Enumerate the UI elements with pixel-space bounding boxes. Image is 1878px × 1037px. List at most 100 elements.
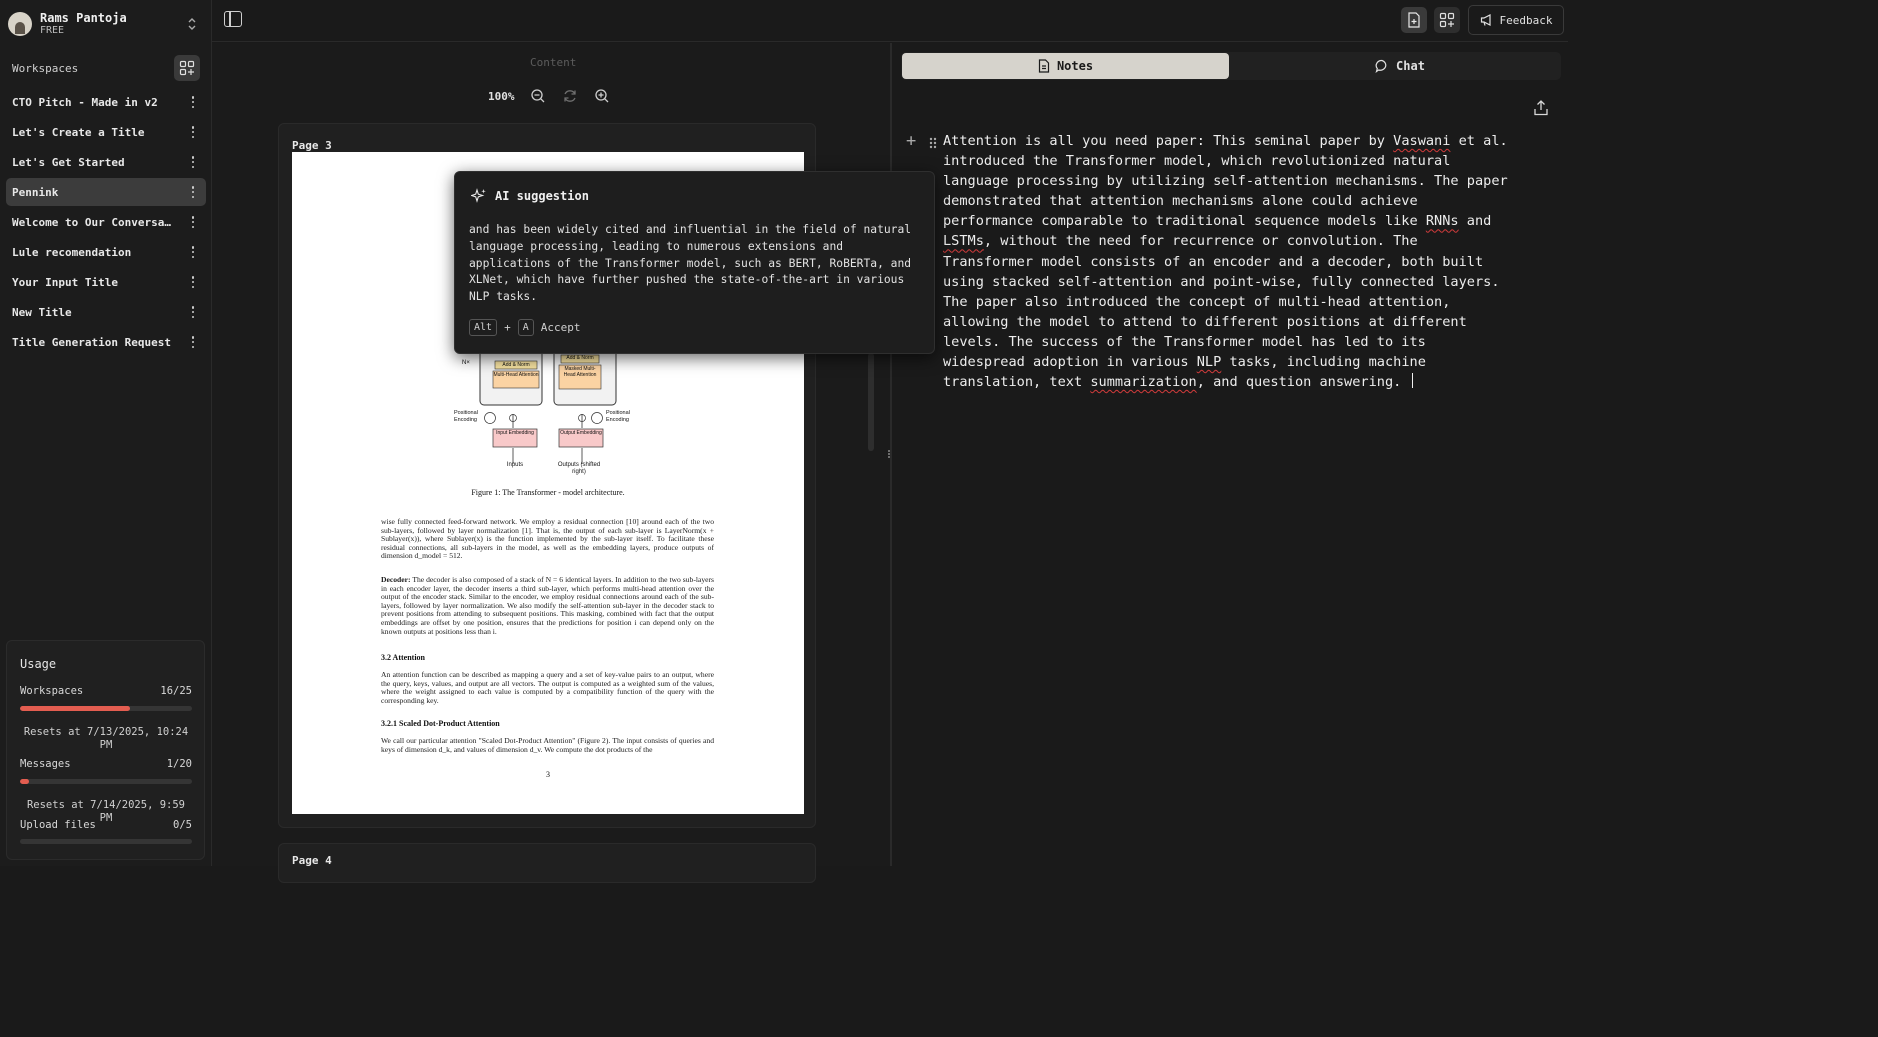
workspaces-header: Workspaces xyxy=(12,55,200,81)
zoom-out-button[interactable] xyxy=(525,83,551,109)
sidebar-item-workspace[interactable]: New Title xyxy=(6,298,206,326)
workspace-title: Let's Create a Title xyxy=(12,125,145,139)
share-upload-icon[interactable] xyxy=(1532,99,1550,119)
sidebar-item-workspace[interactable]: Let's Get Started xyxy=(6,148,206,176)
panel-tabs: Notes Chat xyxy=(901,52,1561,80)
workspace-title: Title Generation Request xyxy=(12,335,171,349)
diagram-add-norm-2: Add & Norm xyxy=(566,355,594,361)
more-options-icon[interactable] xyxy=(188,305,198,319)
sidebar-item-workspace[interactable]: Lule recomendation xyxy=(6,238,206,266)
text-caret xyxy=(1411,373,1413,389)
pdf-page-4: Page 4 xyxy=(278,843,816,883)
ai-suggestion-popup: AI suggestion and has been widely cited … xyxy=(454,171,935,354)
section-heading: 3.2.1 Scaled Dot-Product Attention xyxy=(381,719,500,728)
diagram-input-embedding: Input Embedding xyxy=(496,430,534,436)
note-text[interactable]: Attention is all you need paper: This se… xyxy=(943,131,1513,392)
usage-messages-bar xyxy=(20,779,192,784)
usage-uploads-row: Upload files 0/5 xyxy=(20,819,192,831)
add-workspace-button[interactable] xyxy=(174,55,200,81)
usage-workspaces-label: Workspaces xyxy=(20,685,84,697)
notes-panel: Notes Chat + Attention is all you need p… xyxy=(892,43,1568,866)
zoom-level: 100% xyxy=(488,89,515,103)
workspace-title: Welcome to Our Conversati… xyxy=(12,215,174,229)
chevron-up-down-icon[interactable] xyxy=(186,16,198,32)
section-heading: 3.2 Attention xyxy=(381,653,425,662)
sidebar-item-workspace[interactable]: Let's Create a Title xyxy=(6,118,206,146)
accept-shortcut[interactable]: Alt + A Accept xyxy=(469,319,580,336)
spellcheck-word: summarization xyxy=(1090,374,1197,391)
top-bar: Feedback xyxy=(212,0,1568,42)
add-grid-button[interactable] xyxy=(1434,7,1460,33)
account-switcher[interactable]: Rams Pantoja FREE xyxy=(8,8,204,40)
workspaces-label: Workspaces xyxy=(12,61,79,75)
usage-workspaces-reset: Resets at 7/13/2025, 10:24 PM xyxy=(23,726,189,751)
more-options-icon[interactable] xyxy=(188,185,198,199)
new-document-icon xyxy=(1408,12,1420,28)
usage-workspaces-bar xyxy=(20,706,192,711)
usage-workspaces-count: 16/25 xyxy=(160,685,192,697)
page-number: 3 xyxy=(546,770,550,779)
account-plan: FREE xyxy=(40,25,65,37)
megaphone-icon xyxy=(1480,14,1491,26)
zoom-toolbar: 100% xyxy=(488,83,615,109)
scrollbar-thumb[interactable] xyxy=(868,353,874,451)
workspace-list: CTO Pitch - Made in v2 Let's Create a Tit… xyxy=(6,88,206,358)
ai-suggestion-text: and has been widely cited and influentia… xyxy=(469,223,912,304)
kbd-plus: + xyxy=(504,321,511,334)
add-grid-icon xyxy=(179,60,195,76)
diagram-add-norm-1: Add & Norm xyxy=(502,362,530,368)
more-options-icon[interactable] xyxy=(188,335,198,349)
tab-chat-label: Chat xyxy=(1396,59,1425,73)
kbd-alt: Alt xyxy=(469,319,498,336)
diagram-inputs: Inputs xyxy=(506,462,524,468)
paper-paragraph: wise fully connected feed-forward networ… xyxy=(381,517,714,561)
diagram-pos-enc-left: Positional Encoding xyxy=(454,410,478,423)
usage-messages-count: 1/20 xyxy=(166,758,192,770)
paper-decoder-paragraph: Decoder: The decoder is also composed of… xyxy=(381,575,715,636)
account-name: Rams Pantoja xyxy=(40,10,127,25)
tab-notes-label: Notes xyxy=(1056,59,1094,73)
new-document-button[interactable] xyxy=(1401,7,1427,33)
kbd-a: A xyxy=(517,319,534,336)
more-options-icon[interactable] xyxy=(188,125,198,139)
diagram-outputs: Outputs (shifted right) xyxy=(557,462,601,475)
more-options-icon[interactable] xyxy=(188,95,198,109)
decoder-text: The decoder is also composed of a stack … xyxy=(381,575,715,636)
usage-uploads-count: 0/5 xyxy=(173,819,192,831)
workspace-title: Lule recomendation xyxy=(12,245,132,259)
workspace-title: Your Input Title xyxy=(12,275,118,289)
refresh-icon xyxy=(563,90,576,102)
more-options-icon[interactable] xyxy=(188,215,198,229)
sidebar-item-workspace[interactable]: CTO Pitch - Made in v2 xyxy=(6,88,206,116)
reset-zoom-button[interactable] xyxy=(557,83,583,109)
tab-chat[interactable]: Chat xyxy=(1241,53,1559,79)
sidebar-item-workspace[interactable]: Title Generation Request xyxy=(6,328,206,356)
usage-uploads-bar xyxy=(20,839,192,844)
accept-label[interactable]: Accept xyxy=(541,321,581,334)
spellcheck-word: RNNs xyxy=(1425,213,1459,230)
spellcheck-word: Vaswani xyxy=(1393,133,1451,149)
diagram-output-embedding: Output Embedding xyxy=(560,430,602,436)
more-options-icon[interactable] xyxy=(188,275,198,289)
add-block-icon[interactable]: + xyxy=(906,133,920,150)
more-options-icon[interactable] xyxy=(188,155,198,169)
page-label: Page 4 xyxy=(292,854,332,867)
more-options-icon[interactable] xyxy=(188,245,198,259)
sidebar-item-workspace[interactable]: Welcome to Our Conversati… xyxy=(6,208,206,236)
zoom-in-button[interactable] xyxy=(589,83,615,109)
diagram-pos-enc-right: Positional Encoding xyxy=(606,410,630,423)
feedback-label: Feedback xyxy=(1499,13,1553,27)
sidebar-item-workspace[interactable]: Pennink xyxy=(6,178,206,206)
feedback-button[interactable]: Feedback xyxy=(1468,5,1564,35)
drag-handle-icon[interactable] xyxy=(928,135,938,149)
sidebar-toggle-icon[interactable] xyxy=(224,11,242,27)
usage-messages-label: Messages xyxy=(20,758,71,770)
sidebar-item-workspace[interactable]: Your Input Title xyxy=(6,268,206,296)
usage-title: Usage xyxy=(20,657,57,671)
add-grid-icon xyxy=(1439,12,1455,28)
sidebar: Rams Pantoja FREE Workspaces CTO Pitch -… xyxy=(0,0,212,866)
tab-notes[interactable]: Notes xyxy=(902,53,1229,79)
zoom-out-icon xyxy=(530,89,544,103)
workspace-title: Pennink xyxy=(12,185,59,199)
diagram-mha: Multi-Head Attention xyxy=(493,372,539,378)
